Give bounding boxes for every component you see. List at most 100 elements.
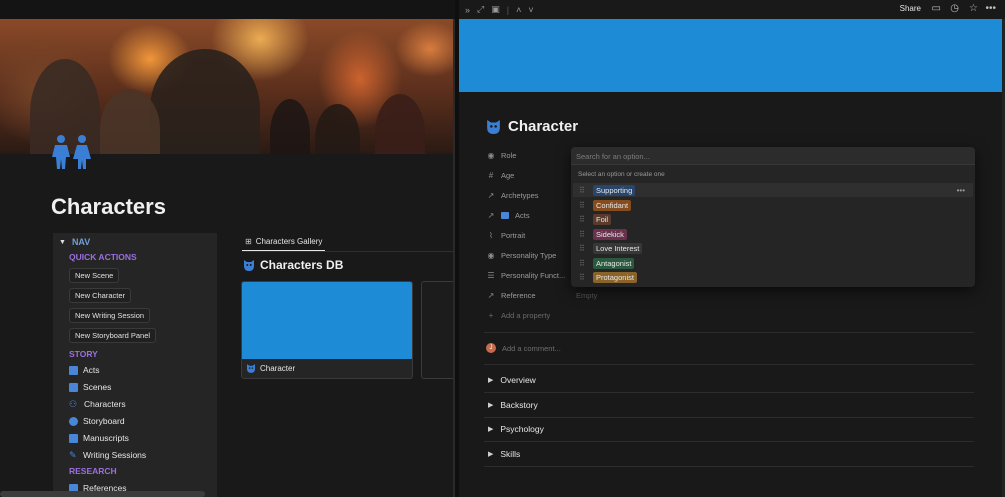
new-scene-button[interactable]: New Scene: [69, 268, 120, 283]
drag-handle-icon[interactable]: ⠿: [579, 201, 587, 210]
tab-characters-gallery[interactable]: ⊞ Characters Gallery: [242, 233, 326, 251]
more-icon[interactable]: •••: [957, 186, 965, 195]
property-reference[interactable]: ↗ Reference: [487, 291, 536, 300]
drag-handle-icon[interactable]: ⠿: [579, 215, 587, 224]
property-label: Personality Type: [501, 251, 557, 260]
divider: [484, 392, 974, 393]
side-peek-icon[interactable]: ▣: [491, 4, 500, 15]
triangle-right-icon: ▶: [488, 402, 494, 409]
storyboard-icon: [69, 416, 78, 426]
gallery-grid-icon: ⊞: [245, 237, 252, 246]
page-cover: [459, 19, 1005, 92]
new-character-button[interactable]: New Character: [69, 288, 132, 303]
toggle-backstory[interactable]: ▶ Backstory: [488, 400, 538, 410]
card-title-label: Character: [260, 364, 296, 373]
star-icon[interactable]: ☆: [969, 3, 978, 14]
option-supporting[interactable]: ⠿ Supporting •••: [573, 183, 973, 197]
tab-label: Characters Gallery: [255, 237, 323, 246]
relation-icon: ↗: [487, 191, 495, 200]
property-label: Archetypes: [501, 191, 539, 200]
hash-icon: #: [488, 171, 494, 180]
tab-divider: [242, 251, 455, 252]
drag-handle-icon[interactable]: ⠿: [579, 273, 587, 282]
story-heading: STORY: [69, 349, 98, 359]
drag-handle-icon[interactable]: ⠿: [579, 259, 587, 268]
drag-handle-icon[interactable]: ⠿: [579, 230, 587, 239]
nav-link-label: Storyboard: [83, 416, 125, 426]
nav-link-acts[interactable]: Acts: [69, 365, 100, 375]
database-title[interactable]: Characters DB: [244, 258, 343, 272]
reference-value[interactable]: Empty: [576, 291, 597, 300]
option-protagonist[interactable]: ⠿ Protagonist: [573, 270, 973, 284]
triangle-right-icon: ▶: [488, 377, 494, 384]
card-title: Character: [242, 359, 412, 378]
mask-icon: [247, 364, 255, 373]
toggle-skills[interactable]: ▶ Skills: [488, 449, 520, 459]
option-antagonist[interactable]: ⠿ Antagonist: [573, 256, 973, 270]
property-label: Reference: [501, 291, 536, 300]
property-label: Acts: [515, 211, 530, 220]
nav-link-label: Characters: [84, 399, 126, 409]
share-button[interactable]: Share: [900, 4, 921, 13]
nav-link-writing-sessions[interactable]: ✎ Writing Sessions: [69, 450, 146, 460]
gallery-card-partial[interactable]: [421, 281, 455, 379]
research-heading: RESEARCH: [69, 466, 117, 476]
plus-icon: +: [488, 311, 494, 320]
comment-placeholder: Add a comment...: [502, 343, 561, 353]
option-tag: Confidant: [593, 199, 632, 211]
divider: [484, 466, 974, 467]
comment-icon[interactable]: ▭: [932, 3, 941, 14]
property-label: Portrait: [501, 231, 526, 240]
add-property-button[interactable]: + Add a property: [487, 311, 551, 320]
left-topbar: [0, 0, 455, 19]
option-tag: Supporting: [593, 184, 636, 196]
nav-link-label: Scenes: [83, 382, 112, 392]
property-acts[interactable]: ↗ Acts: [487, 211, 530, 220]
new-storyboard-panel-button[interactable]: New Storyboard Panel: [69, 328, 157, 343]
nav-link-storyboard[interactable]: Storyboard: [69, 416, 125, 426]
option-sidekick[interactable]: ⠿ Sidekick: [573, 227, 973, 241]
property-portrait[interactable]: ⌇ Portrait: [487, 231, 525, 240]
nav-link-characters[interactable]: ⚇ Characters: [69, 399, 126, 409]
nav-toggle[interactable]: ▼ NAV: [59, 237, 90, 247]
option-search-input[interactable]: Search for an option...: [571, 147, 975, 165]
acts-icon: [69, 365, 78, 375]
comment-input[interactable]: J Add a comment...: [486, 343, 561, 353]
new-writing-session-button[interactable]: New Writing Session: [69, 308, 151, 323]
drag-handle-icon[interactable]: ⠿: [579, 186, 587, 195]
pen-icon: ✎: [69, 449, 77, 460]
clock-icon[interactable]: ◷: [950, 3, 959, 14]
drag-handle-icon[interactable]: ⠿: [579, 244, 587, 253]
nav-link-scenes[interactable]: Scenes: [69, 382, 111, 392]
expand-icon[interactable]: ⤢: [477, 4, 484, 15]
option-love-interest[interactable]: ⠿ Love Interest: [573, 241, 973, 255]
property-age[interactable]: # Age: [487, 171, 515, 180]
circle-arrow-icon: ◉: [487, 151, 495, 160]
property-role[interactable]: ◉ Role: [487, 151, 517, 160]
more-icon[interactable]: •••: [985, 3, 996, 14]
people-icon: [50, 134, 94, 170]
option-foil[interactable]: ⠿ Foil: [573, 212, 973, 226]
property-archetypes[interactable]: ↗ Archetypes: [487, 191, 539, 200]
property-personality-type[interactable]: ◉ Personality Type: [487, 251, 557, 260]
nav-link-label: Writing Sessions: [83, 450, 147, 460]
option-confidant[interactable]: ⠿ Confidant: [573, 198, 973, 212]
toggle-psychology[interactable]: ▶ Psychology: [488, 424, 544, 434]
property-label: Age: [501, 171, 515, 180]
left-pane: Characters ▼ NAV QUICK ACTIONS New Scene…: [0, 0, 455, 497]
peek-pane: » ⤢ ▣ | ˄ ˅ Share ▭ ◷ ☆ ••• Character ◉ …: [459, 0, 1005, 497]
chevron-down-icon[interactable]: ˅: [528, 5, 533, 15]
chevron-up-icon[interactable]: ˄: [516, 5, 521, 15]
separator: |: [506, 4, 510, 15]
paperclip-icon: ⌇: [489, 231, 493, 240]
nav-link-manuscripts[interactable]: Manuscripts: [69, 433, 129, 443]
triangle-down-icon: ▼: [59, 238, 66, 246]
mask-icon: [244, 259, 254, 271]
double-chevron-right-icon[interactable]: »: [465, 5, 470, 15]
quick-actions-heading: QUICK ACTIONS: [69, 252, 137, 262]
property-personality-functions[interactable]: ☰ Personality Funct...: [487, 271, 565, 280]
gallery-card[interactable]: Character: [241, 281, 413, 379]
card-cover: [242, 282, 412, 359]
toggle-overview[interactable]: ▶ Overview: [488, 375, 536, 385]
horizontal-scrollbar[interactable]: [0, 491, 205, 497]
